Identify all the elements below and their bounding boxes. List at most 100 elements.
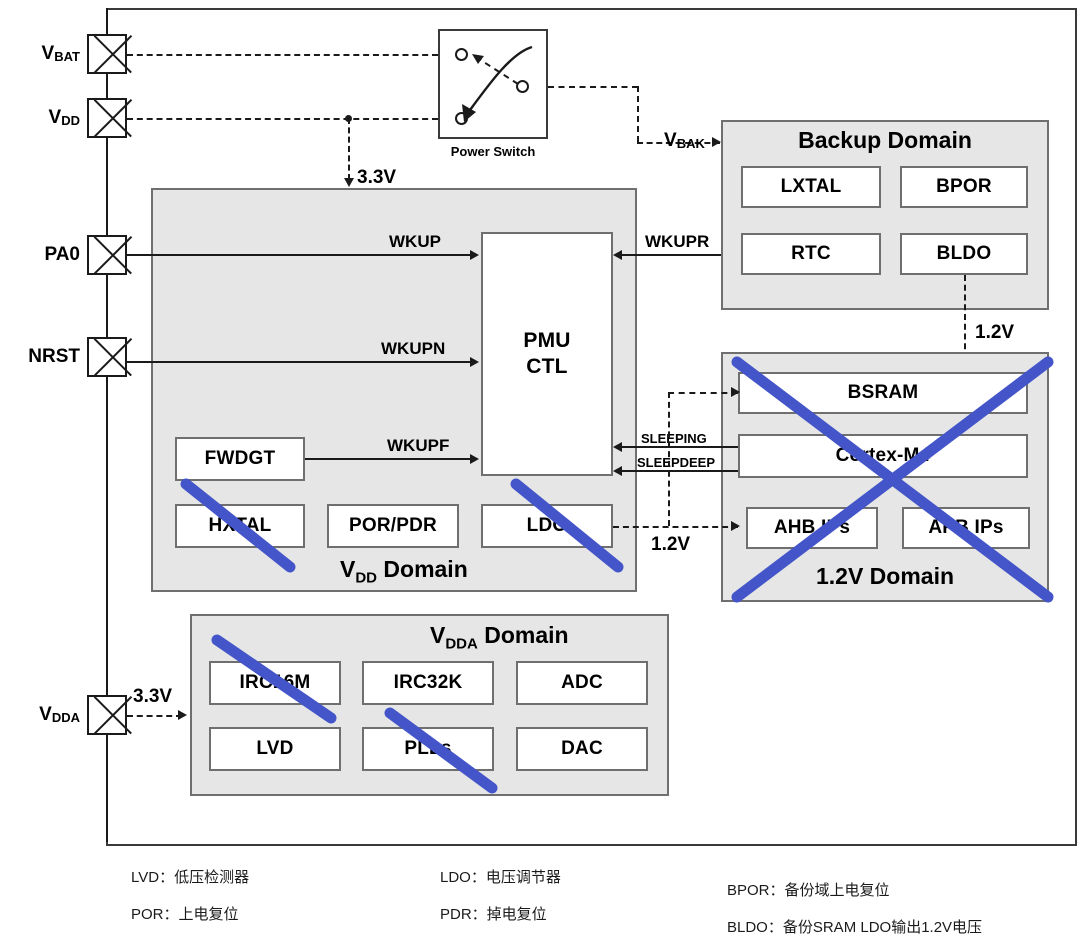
- block-lxtal-label: LXTAL: [780, 176, 842, 197]
- legend-bldo-text: BLDO：备份SRAM LDO输出1.2V电压: [727, 919, 983, 936]
- block-irc16m[interactable]: IRC16M: [209, 661, 341, 705]
- block-bpor[interactable]: BPOR: [900, 166, 1028, 208]
- signal-label-wkupn-text: WKUPN: [381, 339, 446, 358]
- arrow-vbak: [712, 137, 721, 147]
- arrow-vdd-3v3: [344, 178, 354, 187]
- wire-vdd-to-switch: [127, 118, 438, 120]
- block-cortex-m4[interactable]: Cortex-M4: [738, 434, 1028, 478]
- pin-label-pa0-text: PA0: [44, 244, 80, 265]
- pin-label-nrst-text: NRST: [28, 346, 80, 367]
- block-bpor-label: BPOR: [936, 176, 992, 197]
- block-dac[interactable]: DAC: [516, 727, 648, 771]
- legend-pdr: PDR：掉电复位: [440, 903, 547, 924]
- pad-vdda: [87, 695, 127, 735]
- block-lxtal[interactable]: LXTAL: [741, 166, 881, 208]
- block-apb-ips-label: APB IPs: [928, 517, 1004, 538]
- block-pmu-ctl[interactable]: PMU CTL: [481, 232, 613, 476]
- legend-bpor-text: BPOR：备份域上电复位: [727, 882, 890, 899]
- domain-vdda-title-sub: DDA: [445, 635, 478, 653]
- domain-vdd-title: VDD Domain: [340, 556, 468, 587]
- power-switch-node-vdd: [455, 112, 468, 125]
- signal-label-sleepdeep-text: SLEEPDEEP: [637, 455, 716, 470]
- label-vbak-sub: BAK: [676, 136, 705, 151]
- block-rtc[interactable]: RTC: [741, 233, 881, 275]
- arrow-wkup: [470, 250, 479, 260]
- pin-label-vdda: VDDA: [0, 704, 80, 726]
- domain-1v2-title-text: 1.2V Domain: [815, 563, 955, 589]
- block-por-pdr-label: POR/PDR: [349, 515, 437, 536]
- signal-label-sleeping: SLEEPING: [641, 431, 707, 446]
- block-plls[interactable]: PLLs: [362, 727, 494, 771]
- domain-vdd-title-suffix: Domain: [377, 556, 468, 582]
- wire-vbat-to-switch: [127, 54, 438, 56]
- block-por-pdr[interactable]: POR/PDR: [327, 504, 459, 548]
- block-fwdgt-label: FWDGT: [204, 448, 276, 469]
- block-bsram-label: BSRAM: [847, 382, 919, 403]
- wire-vdd-3v3-drop: [348, 118, 350, 180]
- block-irc32k[interactable]: IRC32K: [362, 661, 494, 705]
- arrow-ldo-to-ahb: [731, 521, 740, 531]
- label-12v-ldo-text: 1.2V: [651, 534, 691, 555]
- block-ldo[interactable]: LDO: [481, 504, 613, 548]
- wire-vdda-3v3: [127, 715, 182, 717]
- label-3v3-vdda: 3.3V: [133, 686, 172, 708]
- block-dac-label: DAC: [561, 738, 603, 759]
- legend-ldo-text: LDO：电压调节器: [440, 869, 561, 886]
- power-switch-node-vbat: [455, 48, 468, 61]
- block-irc16m-label: IRC16M: [239, 672, 311, 693]
- domain-vdd-title-prefix: V: [340, 556, 356, 582]
- arrow-sleeping: [613, 442, 622, 452]
- label-12v-bldo-text: 1.2V: [975, 322, 1015, 343]
- wire-ldo-out: [613, 526, 738, 528]
- signal-label-wkupf: WKUPF: [387, 436, 449, 456]
- pad-vbat: [87, 34, 127, 74]
- legend-bldo: BLDO：备份SRAM LDO输出1.2V电压: [727, 916, 982, 937]
- wire-wkupn: [127, 361, 472, 363]
- arrow-wkupr: [613, 250, 622, 260]
- power-switch-box: [438, 29, 548, 139]
- block-plls-label: PLLs: [404, 738, 452, 759]
- domain-backup-title: Backup Domain: [721, 127, 1049, 154]
- wire-12v-riser: [668, 392, 670, 526]
- block-apb-ips[interactable]: APB IPs: [902, 507, 1030, 549]
- signal-label-wkupn: WKUPN: [381, 339, 445, 359]
- label-12v-bldo: 1.2V: [975, 322, 1014, 344]
- block-irc32k-label: IRC32K: [393, 672, 463, 693]
- legend-lvd: LVD：低压检测器: [131, 866, 249, 887]
- arrow-wkupf: [470, 454, 479, 464]
- arrow-wkupn: [470, 357, 479, 367]
- power-switch-node-out: [516, 80, 529, 93]
- wire-12v-to-bsram: [668, 392, 738, 394]
- block-adc[interactable]: ADC: [516, 661, 648, 705]
- pin-label-vdd-sub: DD: [61, 113, 80, 128]
- block-ldo-label: LDO: [526, 515, 568, 536]
- wire-sleeping: [622, 446, 738, 448]
- block-fwdgt[interactable]: FWDGT: [175, 437, 305, 481]
- block-lvd[interactable]: LVD: [209, 727, 341, 771]
- pin-label-vdda-sub: DDA: [51, 710, 80, 725]
- block-bldo[interactable]: BLDO: [900, 233, 1028, 275]
- wire-sleepdeep: [622, 470, 738, 472]
- domain-1v2-title: 1.2V Domain: [721, 563, 1049, 590]
- legend-ldo: LDO：电压调节器: [440, 866, 561, 887]
- legend-por: POR：上电复位: [131, 903, 239, 924]
- wire-wkup: [127, 254, 472, 256]
- pin-label-vdd: VDD: [0, 107, 80, 129]
- pin-label-vdda-text: V: [39, 704, 52, 725]
- signal-label-sleeping-text: SLEEPING: [641, 431, 707, 446]
- legend-bpor: BPOR：备份域上电复位: [727, 879, 890, 900]
- power-switch-caption-text: Power Switch: [450, 144, 536, 159]
- block-hxtal-label: HXTAL: [208, 515, 272, 536]
- block-ahb-ips-label: AHB IPs: [773, 517, 851, 538]
- block-pmu-ctl-line2: CTL: [526, 355, 568, 378]
- block-ahb-ips[interactable]: AHB IPs: [746, 507, 878, 549]
- wire-switch-out: [548, 86, 638, 88]
- block-bsram[interactable]: BSRAM: [738, 372, 1028, 414]
- signal-label-wkupf-text: WKUPF: [387, 436, 450, 455]
- signal-label-wkup: WKUP: [389, 232, 441, 252]
- signal-label-wkupr-text: WKUPR: [645, 232, 710, 251]
- domain-backup-title-text: Backup Domain: [798, 127, 972, 153]
- block-adc-label: ADC: [561, 672, 603, 693]
- power-switch-caption: Power Switch: [438, 144, 548, 159]
- block-hxtal[interactable]: HXTAL: [175, 504, 305, 548]
